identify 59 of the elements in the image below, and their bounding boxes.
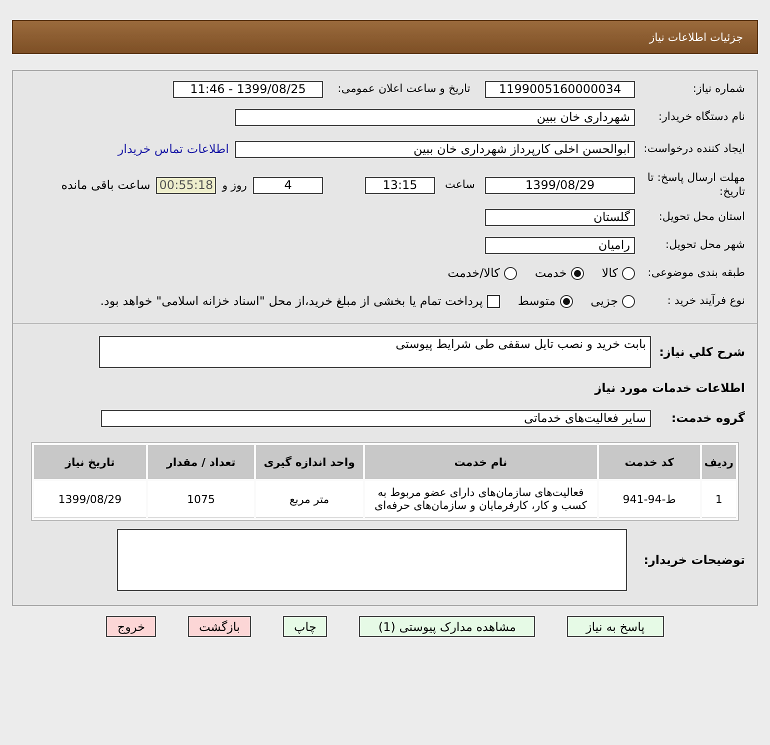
action-button[interactable]: بازگشت: [188, 616, 251, 637]
input-field: 00:55:18: [156, 176, 216, 194]
field-label: ساعت باقی مانده: [61, 178, 150, 192]
field-label: شرح كلي نياز:: [658, 345, 745, 359]
table-cell: فعالیت‌های سازمان‌های دارای عضو مربوط به کسب و کار، کارفرمایان و سازمان‌های حرفه‌ای: [364, 481, 597, 518]
action-button[interactable]: پاسخ به نیاز: [566, 616, 664, 637]
field-label: ایجاد کننده درخواست:: [642, 142, 745, 156]
field-label: شهر محل تحویل:: [664, 238, 745, 252]
section-heading: اطلاعات خدمات مورد نیاز: [593, 381, 745, 395]
table-cell: متر مربع: [256, 481, 363, 518]
input-field: 1399/08/25 - 11:46: [173, 80, 323, 98]
field-label: گروه خدمت:: [670, 411, 745, 425]
contact-link[interactable]: اطلاعات تماس خریدار: [118, 142, 229, 156]
column-header: واحد اندازه گیری: [256, 445, 363, 479]
input-field: 1199005160000034: [485, 80, 635, 98]
header-title: جزئیات اطلاعات نیاز: [649, 30, 743, 44]
field-label: مهلت ارسال پاسخ: تا تاریخ:: [646, 171, 745, 199]
field-label: تاریخ و ساعت اعلان عمومی:: [336, 82, 472, 96]
field-label: توضیحات خریدار:: [642, 553, 745, 567]
table-cell: ط-94-941: [598, 481, 700, 518]
table-cell: 1399/08/29: [34, 481, 146, 518]
column-header: تعداد / مقدار: [148, 445, 254, 479]
column-header: کد خدمت: [598, 445, 700, 479]
action-button[interactable]: چاپ: [283, 616, 328, 637]
field-label: روز و: [222, 178, 247, 192]
input-field: 13:15: [365, 176, 435, 194]
column-header: نام خدمت: [364, 445, 597, 479]
radio-button[interactable]: [570, 266, 584, 280]
field-label: نام دستگاه خریدار:: [657, 110, 745, 124]
radio-button[interactable]: [560, 294, 573, 308]
input-field: 4: [253, 176, 323, 194]
input-field: شهرداری خان ببین: [235, 108, 635, 126]
radio-label: متوسط: [518, 294, 556, 308]
radio-label: کالا: [602, 266, 618, 280]
checkbox[interactable]: [486, 294, 500, 308]
radio-button[interactable]: [504, 266, 517, 280]
input-field: رامیان: [485, 236, 635, 254]
field-label: شماره نیاز:: [692, 82, 745, 96]
column-header: تاریخ نیاز: [34, 445, 146, 479]
column-header: ردیف: [702, 445, 736, 479]
action-button[interactable]: مشاهده مدارک پیوستی (1): [359, 616, 535, 637]
action-button[interactable]: خروج: [106, 616, 156, 637]
radio-button[interactable]: [622, 266, 635, 280]
radio-button[interactable]: [622, 294, 635, 308]
radio-label: جزیی: [590, 294, 618, 308]
radio-label: خدمت: [534, 266, 567, 280]
table-cell: 1: [702, 481, 736, 518]
field-label: نوع فرآیند خرید :: [666, 294, 745, 308]
input-field: 1399/08/29: [485, 176, 635, 194]
field-label: ساعت: [444, 178, 476, 192]
table-cell: 1075: [148, 481, 254, 518]
radio-label: کالا/خدمت: [448, 266, 500, 280]
input-field: بابت خرید و نصب تایل سقفی طی شرایط پیوستی: [99, 336, 651, 368]
field-label: طبقه بندی موضوعی:: [646, 266, 745, 280]
input-field: گلستان: [485, 208, 635, 226]
checkbox-label: پرداخت تمام یا بخشی از مبلغ خرید،از محل "اسناد خزانه اسلامی" خواهد بود.: [100, 294, 483, 308]
field-label: استان محل تحویل:: [658, 210, 745, 224]
input-field: سایر فعالیت‌های خدماتی: [101, 410, 651, 426]
input-field: ابوالحسن اخلی کارپرداز شهرداری خان ببین: [235, 140, 635, 158]
